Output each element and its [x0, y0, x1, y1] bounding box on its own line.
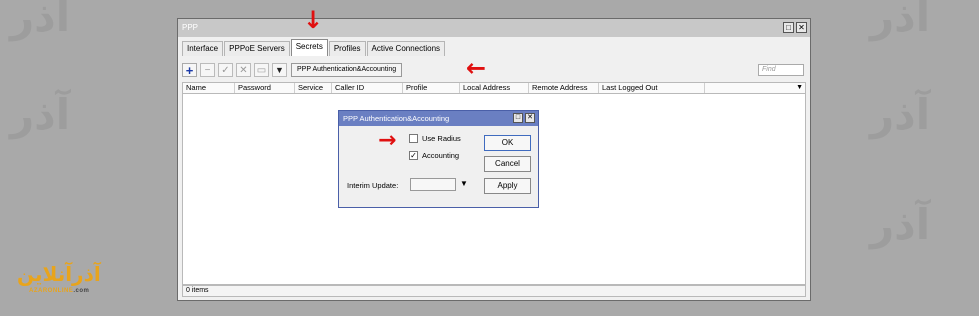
column-header-profile[interactable]: Profile — [403, 83, 460, 93]
window-titlebar[interactable]: PPP □ ✕ — [178, 19, 810, 37]
watermark-logo: آذر — [870, 0, 931, 41]
use-radius-checkbox[interactable] — [409, 134, 418, 143]
tab-active-connections[interactable]: Active Connections — [366, 41, 446, 56]
arrow-left-icon: ← — [466, 54, 487, 82]
column-header-password[interactable]: Password — [235, 83, 295, 93]
watermark-logo: آذر — [10, 90, 71, 139]
tab-bar: Interface PPPoE Servers Secrets Profiles… — [182, 39, 446, 56]
item-count: 0 items — [186, 287, 209, 294]
azaronline-logo: آذرآنلاین AZARONLINE.com — [15, 262, 119, 298]
remove-button[interactable]: − — [200, 63, 215, 77]
use-radius-row: Use Radius — [409, 134, 461, 143]
enable-button[interactable]: ✓ — [218, 63, 233, 77]
interim-update-input[interactable] — [410, 178, 456, 191]
cross-icon: ✕ — [239, 64, 248, 76]
watermark-logo: آذر — [10, 0, 71, 41]
logo-sub-rest: ONLINE — [47, 288, 74, 294]
arrow-down-icon: ↓ — [303, 6, 324, 34]
apply-button[interactable]: Apply — [484, 178, 531, 194]
tab-profiles[interactable]: Profiles — [328, 41, 366, 56]
column-header-local-address[interactable]: Local Address — [460, 83, 529, 93]
column-header-remote-address[interactable]: Remote Address — [529, 83, 599, 93]
column-header-service[interactable]: Service — [295, 83, 332, 93]
logo-sub-brand: AZAR — [29, 288, 48, 294]
add-button[interactable]: + — [182, 62, 197, 78]
disable-button[interactable]: ✕ — [236, 63, 251, 77]
ppp-auth-accounting-dialog: PPP Authentication&Accounting □ ✕ Use Ra… — [338, 110, 539, 208]
column-header-caller-id[interactable]: Caller ID — [332, 83, 403, 93]
column-header-name[interactable]: Name — [183, 83, 235, 93]
close-button[interactable]: ✕ — [796, 22, 807, 33]
comment-icon: ▭ — [256, 64, 267, 76]
dialog-title: PPP Authentication&Accounting — [343, 114, 450, 123]
toolbar: + − ✓ ✕ ▭ ▼ PPP Authentication&Accountin… — [182, 62, 806, 78]
column-header-last-logged-out[interactable]: Last Logged Out — [599, 83, 705, 93]
dialog-titlebar[interactable]: PPP Authentication&Accounting □ ✕ — [339, 111, 538, 126]
arrow-right-icon: → — [378, 128, 397, 153]
watermark-logo: آذر — [870, 90, 931, 139]
plus-icon: + — [185, 62, 194, 78]
logo-subtext: AZARONLINE.com — [29, 288, 89, 294]
cancel-button[interactable]: Cancel — [484, 156, 531, 172]
tab-interface[interactable]: Interface — [182, 41, 224, 56]
find-input[interactable]: Find — [758, 64, 804, 76]
use-radius-label: Use Radius — [422, 134, 461, 143]
accounting-row: ✓ Accounting — [409, 151, 459, 160]
table-header: Name Password Service Caller ID Profile … — [182, 82, 806, 94]
filter-button[interactable]: ▼ — [272, 63, 287, 77]
minus-icon: − — [204, 64, 211, 76]
comment-button[interactable]: ▭ — [254, 63, 269, 77]
accounting-checkbox[interactable]: ✓ — [409, 151, 418, 160]
chevron-down-icon[interactable]: ▼ — [460, 179, 468, 188]
window-title: PPP — [182, 23, 199, 32]
interim-update-label: Interim Update: — [347, 181, 399, 190]
filter-icon: ▼ — [275, 65, 284, 75]
dialog-maximize-button[interactable]: □ — [513, 113, 523, 123]
logo-sub-domain: .com — [73, 288, 90, 294]
accounting-label: Accounting — [422, 151, 460, 160]
column-chooser-icon[interactable]: ▼ — [796, 83, 803, 93]
ppp-auth-accounting-button[interactable]: PPP Authentication&Accounting — [291, 63, 403, 77]
dialog-close-button[interactable]: ✕ — [525, 113, 535, 123]
tab-pppoe-servers[interactable]: PPPoE Servers — [224, 41, 290, 56]
tab-secrets[interactable]: Secrets — [290, 39, 328, 56]
watermark-logo: آذر — [870, 200, 931, 249]
logo-wordmark: آذرآنلاین — [17, 262, 101, 286]
ok-button[interactable]: OK — [484, 135, 531, 151]
status-bar: 0 items — [182, 285, 806, 297]
maximize-button[interactable]: □ — [783, 22, 794, 33]
check-icon: ✓ — [221, 64, 230, 76]
